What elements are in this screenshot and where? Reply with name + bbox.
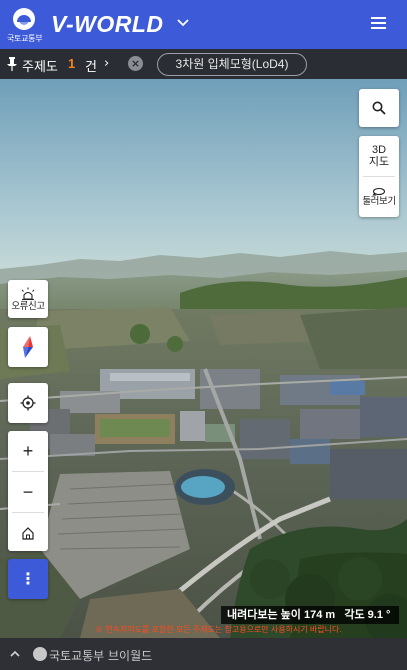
zoom-out-button[interactable]: −	[8, 472, 48, 512]
map-3d-label-2: 지도	[368, 156, 390, 168]
zoom-in-button[interactable]: +	[8, 431, 48, 471]
app-header: 국토교통부 V-WORLD	[0, 0, 407, 49]
home-icon	[22, 527, 34, 540]
search-icon	[372, 101, 386, 115]
my-location-button[interactable]	[8, 383, 48, 423]
footer-org-name: 국토교통부	[49, 649, 105, 663]
view-height-label: 내려다보는 높이	[227, 609, 301, 621]
view-mode-group: 3D 지도 둘러보기	[359, 136, 399, 217]
org-name: 국토교통부	[7, 34, 43, 43]
view-height-value: 174 m	[303, 609, 336, 621]
pin-icon	[7, 57, 17, 71]
minus-icon: −	[22, 482, 34, 502]
chevron-right-icon[interactable]: ›	[104, 56, 109, 71]
app-footer: 국토교통부 브이월드	[0, 638, 407, 670]
orbit-label: 둘러보기	[362, 196, 396, 207]
chevron-up-icon[interactable]	[9, 648, 21, 660]
chevron-down-icon[interactable]	[176, 16, 190, 30]
crosshair-icon	[20, 395, 36, 411]
view-angle-value: 9.1 °	[367, 609, 391, 621]
more-options-button[interactable]: ⋮	[8, 559, 48, 599]
theme-map-unit[interactable]: 건	[85, 56, 97, 75]
compass-button[interactable]	[8, 327, 48, 367]
theme-map-label[interactable]: 주제도	[22, 56, 58, 75]
view-angle-label: 각도	[344, 609, 365, 621]
zoom-controls: + −	[8, 431, 48, 551]
theme-map-bar: 주제도 1 건 › × 3차원 입체모형(LoD4)	[0, 49, 407, 79]
hamburger-menu-icon[interactable]	[371, 17, 386, 30]
theme-map-count[interactable]: 1	[68, 56, 75, 71]
rotate-icon	[372, 187, 386, 196]
map-viewport[interactable]	[0, 79, 407, 638]
government-emblem-icon[interactable]	[13, 8, 35, 30]
compass-icon	[23, 336, 33, 358]
map-3d-label-1: 3D	[371, 144, 387, 156]
aerial-3d-scene	[0, 79, 407, 638]
active-layer-chip[interactable]: 3차원 입체모형(LoD4)	[157, 53, 307, 76]
footer-site-name: 브이월드	[108, 649, 153, 663]
clear-icon[interactable]: ×	[128, 56, 143, 71]
report-error-button[interactable]: 오류신고	[8, 280, 48, 318]
report-error-label: 오류신고	[11, 300, 45, 312]
camera-status: 내려다보는 높이 174 m 각도 9.1 °	[221, 606, 399, 624]
disclaimer-notice: ※ 연속지적도를 포함한 모든 주제도는 참고용으로만 사용하시기 바랍니다.	[95, 625, 342, 634]
brand-logo[interactable]: V-WORLD	[51, 11, 164, 38]
search-button[interactable]	[359, 89, 399, 127]
government-emblem-icon	[33, 647, 47, 661]
orbit-button[interactable]: 둘러보기	[359, 177, 399, 217]
siren-icon	[21, 287, 35, 300]
map-3d-button[interactable]: 3D 지도	[359, 136, 399, 176]
plus-icon: +	[22, 441, 34, 461]
home-button[interactable]	[8, 513, 48, 553]
